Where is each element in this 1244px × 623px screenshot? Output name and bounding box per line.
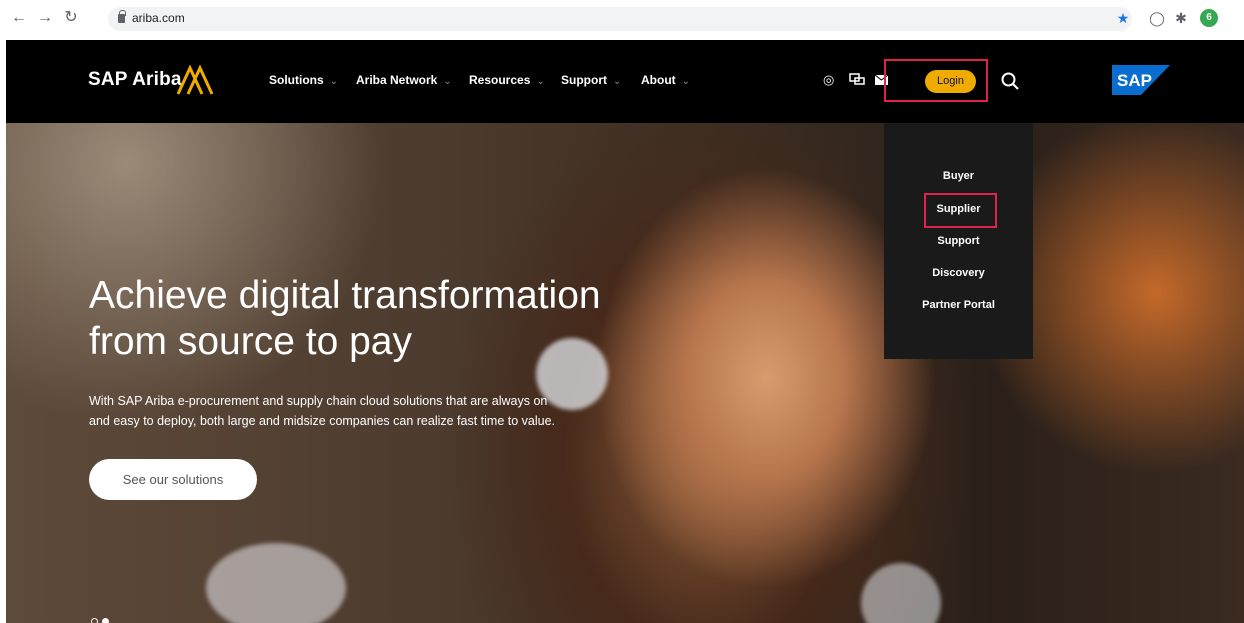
nav-support[interactable]: Support ⌄ bbox=[561, 73, 621, 87]
back-icon[interactable]: ← bbox=[10, 9, 28, 27]
carousel-dot-active[interactable] bbox=[102, 618, 109, 623]
hero-description-line: and easy to deploy, both large and midsi… bbox=[89, 414, 556, 428]
hero-description-line: With SAP Ariba e-procurement and supply … bbox=[89, 394, 548, 408]
url-text[interactable]: ariba.com bbox=[132, 11, 185, 25]
nav-ariba-network[interactable]: Ariba Network ⌄ bbox=[356, 73, 452, 87]
chevron-down-icon: ⌄ bbox=[329, 76, 339, 87]
login-dropdown: Buyer Supplier Support Discovery Partner… bbox=[884, 123, 1033, 359]
bokeh-light bbox=[861, 563, 941, 623]
nav-about[interactable]: About ⌄ bbox=[641, 73, 690, 87]
supplier-highlight bbox=[924, 193, 997, 228]
forward-icon[interactable]: → bbox=[36, 9, 54, 27]
chat-icon[interactable] bbox=[849, 73, 865, 87]
carousel-dot[interactable] bbox=[91, 618, 98, 623]
hero-title: Achieve digital transformation from sour… bbox=[89, 273, 649, 365]
login-button[interactable]: Login bbox=[925, 70, 976, 93]
extension-icon[interactable]: ◯ bbox=[1148, 9, 1166, 27]
dropdown-item-buyer[interactable]: Buyer bbox=[884, 170, 1033, 182]
bokeh-light bbox=[206, 543, 346, 623]
search-icon[interactable] bbox=[1000, 71, 1020, 91]
address-bar[interactable]: ariba.com bbox=[108, 7, 1132, 31]
see-solutions-button[interactable]: See our solutions bbox=[89, 459, 257, 500]
nav-solutions[interactable]: Solutions ⌄ bbox=[269, 73, 338, 87]
chevron-down-icon: ⌄ bbox=[613, 76, 622, 87]
dropdown-item-support[interactable]: Support bbox=[884, 235, 1033, 247]
chevron-down-icon: ⌄ bbox=[681, 76, 691, 87]
brand-name[interactable]: SAP Ariba bbox=[88, 69, 182, 91]
profile-avatar[interactable]: 6 bbox=[1200, 9, 1218, 27]
chevron-down-icon: ⌄ bbox=[443, 76, 452, 87]
browser-toolbar: ← → ↻ ariba.com ★ ◯ ✱ 6 bbox=[0, 0, 1244, 40]
carousel-dots bbox=[91, 612, 113, 623]
hero-description: With SAP Ariba e-procurement and supply … bbox=[89, 391, 649, 431]
puzzle-icon[interactable]: ✱ bbox=[1172, 9, 1190, 27]
globe-icon[interactable]: ◎ bbox=[823, 72, 834, 88]
hero-title-line: from source to pay bbox=[89, 320, 412, 363]
hero-banner: Achieve digital transformation from sour… bbox=[6, 123, 1244, 623]
lock-icon[interactable] bbox=[118, 10, 126, 23]
site-header: SAP Ariba Solutions ⌄ Ariba Network ⌄ Reso… bbox=[6, 40, 1244, 123]
nav-resources[interactable]: Resources ⌄ bbox=[469, 73, 545, 87]
login-highlight: Login bbox=[884, 59, 988, 102]
hero-title-line: Achieve digital transformation bbox=[89, 274, 601, 317]
bookmark-star-icon[interactable]: ★ bbox=[1114, 9, 1132, 27]
dropdown-item-discovery[interactable]: Discovery bbox=[884, 267, 1033, 279]
website: SAP Ariba Solutions ⌄ Ariba Network ⌄ Reso… bbox=[6, 40, 1244, 623]
ariba-logo-icon[interactable] bbox=[176, 64, 214, 96]
chevron-down-icon: ⌄ bbox=[536, 76, 545, 87]
svg-text:SAP: SAP bbox=[1117, 71, 1152, 90]
dropdown-item-partner-portal[interactable]: Partner Portal bbox=[884, 299, 1033, 311]
reload-icon[interactable]: ↻ bbox=[62, 9, 80, 27]
sap-logo[interactable]: SAP bbox=[1112, 65, 1170, 95]
